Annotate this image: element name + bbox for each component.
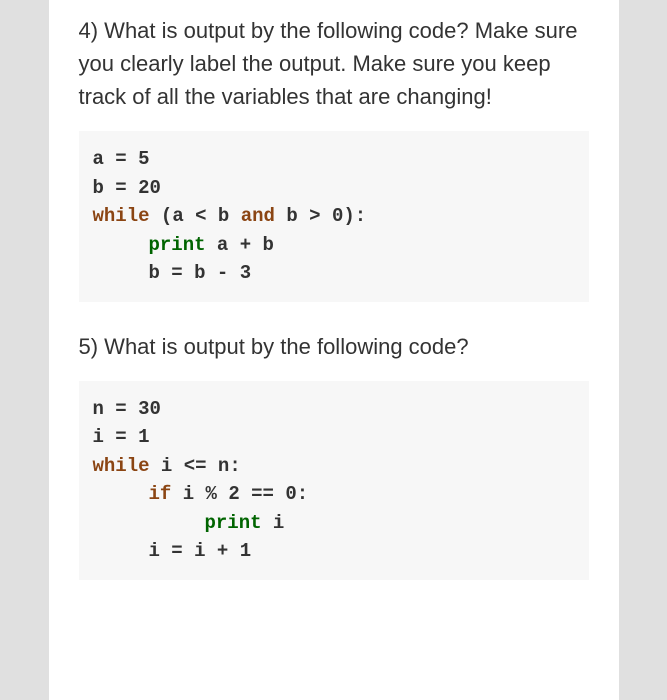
code-line: while (a < b and b > 0): <box>93 202 575 231</box>
page-container: 4) What is output by the following code?… <box>49 0 619 700</box>
code-line: i = 1 <box>93 423 575 452</box>
code-line: while i <= n: <box>93 452 575 481</box>
code-line: b = b - 3 <box>93 259 575 288</box>
code-line: n = 30 <box>93 395 575 424</box>
question-4-text: 4) What is output by the following code?… <box>79 14 589 113</box>
code-text: b > 0): <box>275 205 366 227</box>
code-text: a + b <box>206 234 274 256</box>
code-line: if i % 2 == 0: <box>93 480 575 509</box>
keyword-while: while <box>93 205 150 227</box>
question-5-text: 5) What is output by the following code? <box>79 330 589 363</box>
keyword-if: if <box>149 483 172 505</box>
keyword-print: print <box>205 512 262 534</box>
code-text: i <= n: <box>150 455 241 477</box>
code-line: i = i + 1 <box>93 537 575 566</box>
code-text: i % 2 == 0: <box>171 483 308 505</box>
code-line: print i <box>93 509 575 538</box>
code-text: i <box>262 512 285 534</box>
code-line: b = 20 <box>93 174 575 203</box>
code-text: (a < b <box>150 205 241 227</box>
content-area: 4) What is output by the following code?… <box>79 14 589 580</box>
code-block-4: a = 5 b = 20 while (a < b and b > 0): pr… <box>79 131 589 302</box>
code-line: a = 5 <box>93 145 575 174</box>
keyword-while: while <box>93 455 150 477</box>
keyword-and: and <box>241 205 275 227</box>
code-block-5: n = 30 i = 1 while i <= n: if i % 2 == 0… <box>79 381 589 580</box>
keyword-print: print <box>149 234 206 256</box>
code-line: print a + b <box>93 231 575 260</box>
